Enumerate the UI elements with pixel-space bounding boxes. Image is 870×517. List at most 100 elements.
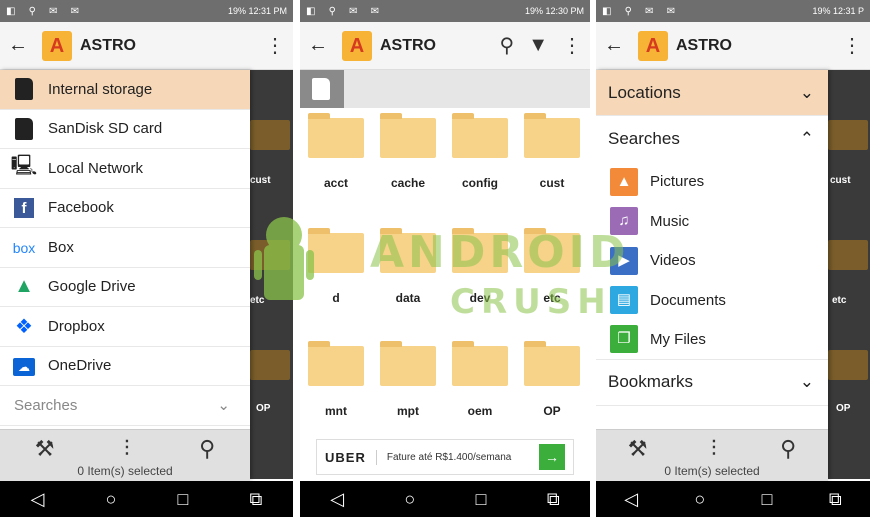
recents-nav-icon[interactable]: □ xyxy=(178,489,189,510)
search-item-label: Pictures xyxy=(650,173,705,191)
search-icon[interactable]: ⚲ xyxy=(199,436,215,462)
recents-nav-icon[interactable]: □ xyxy=(476,489,487,510)
home-nav-icon[interactable]: ○ xyxy=(106,489,117,510)
overflow-menu-icon[interactable]: ⋮ xyxy=(842,33,862,58)
drawer-item-box[interactable]: box Box xyxy=(0,228,250,268)
folder-item[interactable]: mpt xyxy=(372,341,444,418)
sliders-icon[interactable]: ⫶ xyxy=(124,436,130,462)
section-header-locations[interactable]: Locations ⌄ xyxy=(596,70,828,116)
switch-app-icon[interactable]: ⧉ xyxy=(250,489,263,510)
drawer-item-google-drive[interactable]: ▲ Google Drive xyxy=(0,268,250,307)
drawer-item-onedrive[interactable]: ☁ OneDrive xyxy=(0,347,250,386)
search-item-music[interactable]: ♫ Music xyxy=(596,202,828,242)
ad-banner[interactable]: UBER Fature até R$1.400/semana → xyxy=(316,439,574,475)
phone-storage-icon xyxy=(0,78,48,101)
folder-label: d xyxy=(332,291,340,305)
folder-icon xyxy=(452,341,508,386)
folder-item[interactable]: cache xyxy=(372,113,444,190)
bottom-toolbar: ⚒ ⫶ ⚲ 0 Item(s) selected xyxy=(0,429,250,481)
pictures-icon: ▲ xyxy=(610,167,638,196)
drawer-item-label: Local Network xyxy=(48,159,144,177)
folder-item[interactable]: OP xyxy=(516,341,588,418)
folder-label: cust xyxy=(830,175,851,186)
status-info: 19% 12:31 P xyxy=(812,6,864,16)
selection-count: 0 Item(s) selected xyxy=(77,464,173,478)
drawer-item-label: Dropbox xyxy=(48,317,105,335)
drawer-item-dropbox[interactable]: ❖ Dropbox xyxy=(0,307,250,347)
folder-item[interactable]: dev xyxy=(444,228,516,305)
folder-item[interactable]: acct xyxy=(300,113,372,190)
folder-icon xyxy=(250,240,290,270)
tools-icon[interactable]: ⚒ xyxy=(35,436,55,462)
home-nav-icon[interactable]: ○ xyxy=(694,489,705,510)
back-nav-icon[interactable]: ◁ xyxy=(330,489,344,510)
astro-logo-icon xyxy=(342,30,372,61)
folder-item[interactable]: oem xyxy=(444,341,516,418)
tools-icon[interactable]: ⚒ xyxy=(628,436,648,462)
breadcrumb xyxy=(300,70,590,108)
selection-count: 0 Item(s) selected xyxy=(664,464,760,478)
folder-icon xyxy=(308,113,364,158)
search-item-pictures[interactable]: ▲ Pictures xyxy=(596,162,828,202)
folder-item[interactable]: d xyxy=(300,228,372,305)
astro-logo-icon xyxy=(42,30,72,61)
section-header-bookmarks[interactable]: Bookmarks ⌄ xyxy=(596,360,828,406)
search-item-my-files[interactable]: ❐ My Files xyxy=(596,320,828,360)
folder-label: oem xyxy=(467,404,493,418)
phone-screen-1: ◧ ⚲ ✉ ✉ 19% 12:31 PM ← ASTRO ⋮ cust etc … xyxy=(0,0,293,517)
back-arrow-icon[interactable]: ← xyxy=(308,34,336,57)
my-files-icon: ❐ xyxy=(610,325,638,354)
home-nav-icon[interactable]: ○ xyxy=(404,489,415,510)
search-item-videos[interactable]: ▶ Videos xyxy=(596,241,828,281)
status-info: 19% 12:31 PM xyxy=(227,6,287,16)
recents-nav-icon[interactable]: □ xyxy=(762,489,773,510)
folder-label: OP xyxy=(543,404,561,418)
folder-item[interactable]: cust xyxy=(516,113,588,190)
search-icon[interactable]: ⚲ xyxy=(780,436,796,462)
drawer-item-facebook[interactable]: f Facebook xyxy=(0,189,250,228)
folder-label: OP xyxy=(836,403,851,414)
onedrive-icon: ☁ xyxy=(0,354,48,377)
folder-label: OP xyxy=(256,403,271,414)
section-header-searches[interactable]: Searches ⌃ xyxy=(596,116,828,162)
folder-icon xyxy=(380,113,436,158)
drawer-item-sd-card[interactable]: SanDisk SD card xyxy=(0,110,250,149)
app-bar: ← ASTRO ⋮ xyxy=(0,22,293,70)
overflow-menu-icon[interactable]: ⋮ xyxy=(265,33,285,58)
section-header-searches[interactable]: Searches ⌄ xyxy=(0,386,250,426)
folder-item[interactable]: data xyxy=(372,228,444,305)
dropbox-icon: ❖ xyxy=(15,315,33,338)
folder-item[interactable]: mnt xyxy=(300,341,372,418)
back-arrow-icon[interactable]: ← xyxy=(604,34,632,57)
android-nav-bar: ◁ ○ □ ⧉ xyxy=(300,481,590,517)
folder-icon xyxy=(380,341,436,386)
filter-icon[interactable]: ▼ xyxy=(528,34,548,57)
drawer-item-local-network[interactable]: 🖳 Local Network xyxy=(0,149,250,189)
overflow-menu-icon[interactable]: ⋮ xyxy=(562,33,582,58)
folder-icon xyxy=(308,341,364,386)
status-info: 19% 12:30 PM xyxy=(524,6,584,16)
search-icon[interactable]: ⚲ xyxy=(500,33,515,58)
drawer-item-label: OneDrive xyxy=(48,357,112,375)
back-nav-icon[interactable]: ◁ xyxy=(624,489,638,510)
folder-item[interactable]: config xyxy=(444,113,516,190)
folder-icon xyxy=(828,240,868,270)
app-bar: ← ASTRO ⋮ xyxy=(596,22,870,70)
back-nav-icon[interactable]: ◁ xyxy=(31,489,45,510)
drawer-item-label: Google Drive xyxy=(48,278,136,296)
search-item-label: Documents xyxy=(650,291,726,309)
switch-app-icon[interactable]: ⧉ xyxy=(829,489,842,510)
folder-grid: acct cache config cust d data dev etc mn… xyxy=(300,108,590,437)
folder-label: etc xyxy=(250,295,265,306)
folder-item[interactable]: etc xyxy=(516,228,588,305)
android-nav-bar: ◁ ○ □ ⧉ xyxy=(596,481,870,517)
drawer-item-internal-storage[interactable]: Internal storage xyxy=(0,70,250,110)
switch-app-icon[interactable]: ⧉ xyxy=(547,489,560,510)
breadcrumb-root[interactable] xyxy=(300,70,344,108)
folder-icon xyxy=(524,113,580,158)
back-arrow-icon[interactable]: ← xyxy=(8,34,36,57)
sliders-icon[interactable]: ⫶ xyxy=(711,436,717,462)
ad-arrow-icon[interactable]: → xyxy=(539,444,565,470)
facebook-icon: f xyxy=(0,196,48,219)
search-item-documents[interactable]: ▤ Documents xyxy=(596,281,828,321)
